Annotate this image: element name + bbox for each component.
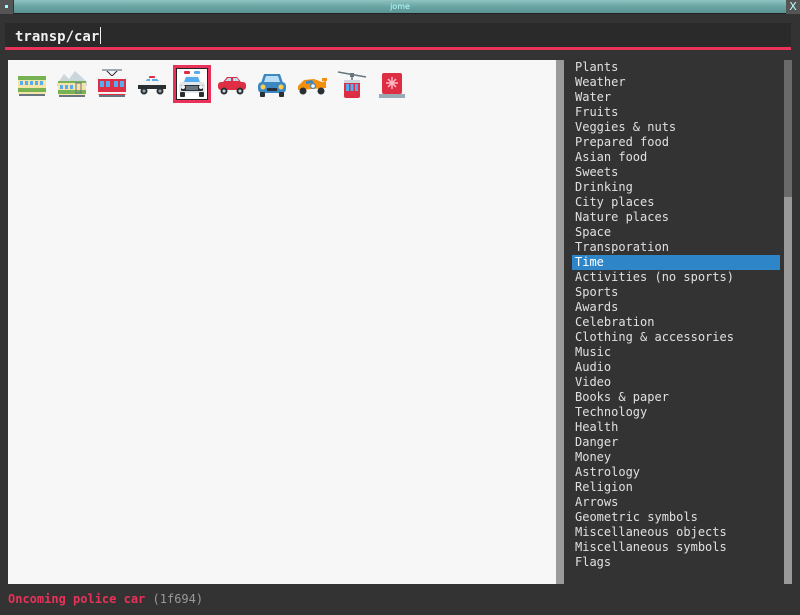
category-item[interactable]: City places — [572, 195, 780, 210]
category-item[interactable]: Drinking — [572, 180, 780, 195]
category-item[interactable]: Geometric symbols — [572, 510, 780, 525]
category-item[interactable]: Veggies & nuts — [572, 120, 780, 135]
police-car-icon — [138, 76, 166, 95]
text-caret — [100, 27, 102, 44]
category-item[interactable]: Transporation — [572, 240, 780, 255]
emoji-cell[interactable] — [293, 65, 331, 103]
category-item[interactable]: Awards — [572, 300, 780, 315]
category-item[interactable]: Nature places — [572, 210, 780, 225]
search-input[interactable]: transp/car — [5, 23, 791, 50]
oncoming-police-car-icon — [179, 71, 205, 97]
category-item[interactable]: Flags — [572, 555, 780, 570]
category-list: Plants Weather Water Fruits Veggies & nuts Pr… — [572, 60, 780, 584]
emoji-cell[interactable] — [373, 65, 411, 103]
emoji-cell[interactable] — [253, 65, 291, 103]
emoji-cell[interactable] — [13, 65, 51, 103]
category-item[interactable]: Money — [572, 450, 780, 465]
category-item[interactable]: Celebration — [572, 315, 780, 330]
category-item[interactable]: Activities (no sports) — [572, 270, 780, 285]
racing-car-icon — [298, 78, 327, 95]
category-item[interactable]: Clothing & accessories — [572, 330, 780, 345]
emoji-grid — [8, 60, 556, 584]
emoji-cell[interactable] — [213, 65, 251, 103]
category-item[interactable]: Sweets — [572, 165, 780, 180]
police-car-light-icon — [379, 73, 405, 98]
category-item[interactable]: Technology — [572, 405, 780, 420]
category-list-scrollbar[interactable] — [784, 60, 792, 584]
close-button[interactable]: X — [786, 0, 800, 14]
tram-car-icon — [98, 69, 126, 97]
search-input-text: transp/car — [15, 27, 102, 45]
mountain-railway-icon — [57, 71, 87, 97]
emoji-cell[interactable] — [53, 65, 91, 103]
category-item[interactable]: Time — [572, 255, 780, 270]
category-item[interactable]: Music — [572, 345, 780, 360]
category-scrollbar-thumb[interactable] — [784, 60, 792, 197]
category-item[interactable]: Weather — [572, 75, 780, 90]
category-item[interactable]: Health — [572, 420, 780, 435]
category-item[interactable]: Religion — [572, 480, 780, 495]
emoji-grid-scrollbar[interactable] — [556, 60, 564, 584]
emoji-cell[interactable] — [333, 65, 371, 103]
category-item[interactable]: Plants — [572, 60, 780, 75]
category-item[interactable]: Sports — [572, 285, 780, 300]
category-item[interactable]: Space — [572, 225, 780, 240]
category-item[interactable]: Astrology — [572, 465, 780, 480]
emoji-cell[interactable] — [133, 65, 171, 103]
category-item[interactable]: Miscellaneous objects — [572, 525, 780, 540]
status-emoji-name: Oncoming police car — [8, 592, 146, 606]
category-item[interactable]: Books & paper — [572, 390, 780, 405]
title-bar[interactable]: jome X — [0, 0, 800, 14]
category-item[interactable]: Water — [572, 90, 780, 105]
category-item[interactable]: Audio — [572, 360, 780, 375]
automobile-icon — [218, 77, 246, 95]
category-item[interactable]: Fruits — [572, 105, 780, 120]
oncoming-automobile-icon — [258, 74, 286, 97]
category-item[interactable]: Prepared food — [572, 135, 780, 150]
status-codepoint: (1f694) — [152, 592, 204, 606]
window-title: jome — [390, 2, 410, 11]
category-item[interactable]: Danger — [572, 435, 780, 450]
status-bar: Oncoming police car (1f694) — [8, 592, 203, 607]
emoji-cell[interactable] — [93, 65, 131, 103]
category-item[interactable]: Miscellaneous symbols — [572, 540, 780, 555]
emoji-cell[interactable] — [173, 65, 211, 103]
category-item[interactable]: Video — [572, 375, 780, 390]
category-item[interactable]: Arrows — [572, 495, 780, 510]
railway-car-icon — [18, 76, 46, 96]
category-item[interactable]: Asian food — [572, 150, 780, 165]
aerial-tramway-icon — [337, 71, 367, 98]
